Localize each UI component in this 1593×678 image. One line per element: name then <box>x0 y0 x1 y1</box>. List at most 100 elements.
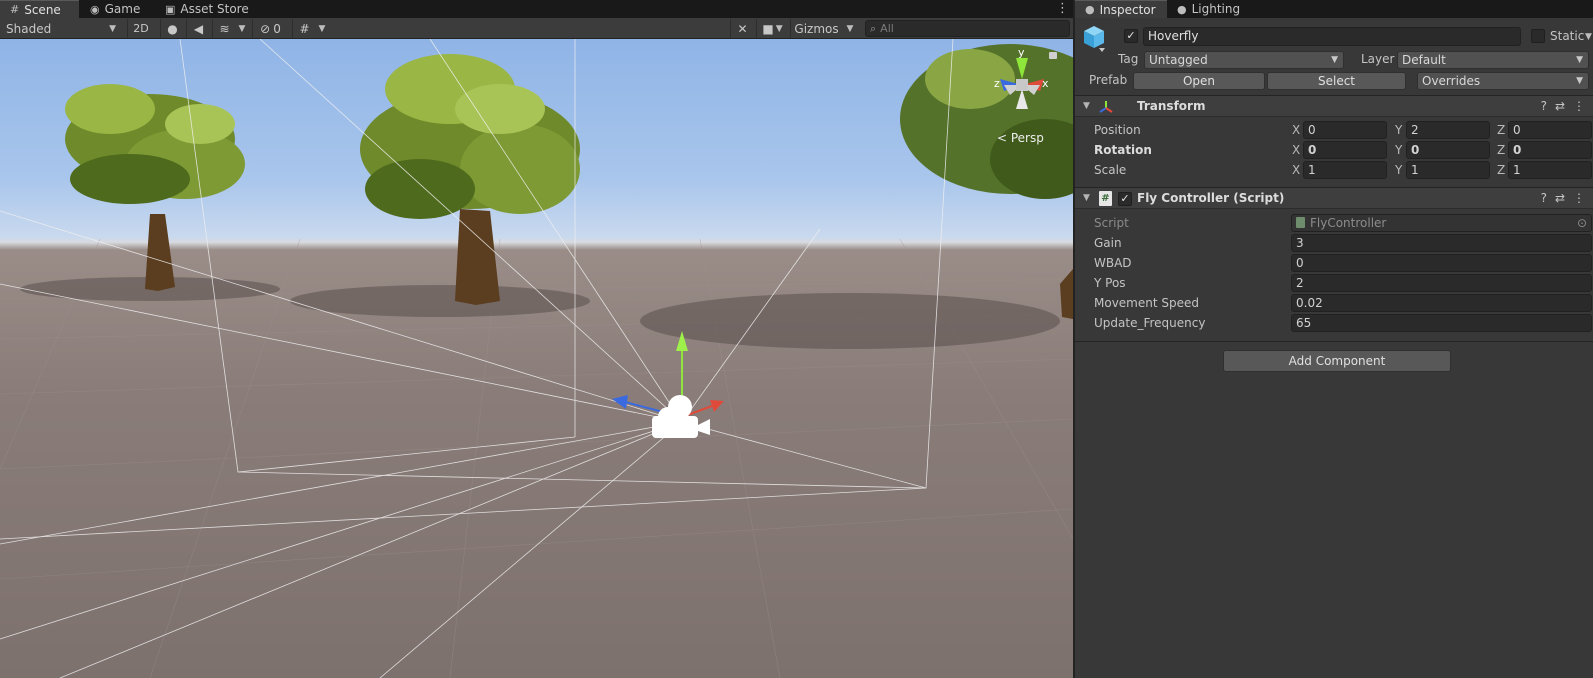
axis-label: Z <box>1497 163 1506 177</box>
preset-icon[interactable]: ⇄ <box>1555 191 1565 205</box>
help-icon[interactable]: ? <box>1541 191 1547 205</box>
tools-button[interactable]: ✕ <box>730 19 754 38</box>
scene-viewport[interactable]: y x z < Persp <box>0 39 1073 678</box>
object-name-input[interactable]: Hoverfly <box>1143 27 1521 46</box>
gizmos-button[interactable]: Gizmos <box>790 19 842 38</box>
tab-game[interactable]: ◉ Game <box>80 0 160 18</box>
scene-tabbar: # Scene ◉ Game ▣ Asset Store ⋮ <box>0 0 1073 18</box>
layer-dropdown[interactable]: Default ▼ <box>1397 51 1589 69</box>
axis-label: Y <box>1395 143 1403 157</box>
tab-scene[interactable]: # Scene <box>0 0 79 18</box>
chevron-down-icon: ▼ <box>775 23 783 34</box>
add-component-button[interactable]: Add Component <box>1223 350 1451 372</box>
shading-mode-dropdown[interactable]: Shaded ▼ <box>0 19 122 38</box>
update-frequency-field[interactable]: 65 <box>1291 314 1592 332</box>
scene-search-input[interactable]: ⌕ All <box>865 20 1070 37</box>
prefab-label: Prefab <box>1089 73 1128 87</box>
property-label: Gain <box>1094 236 1122 250</box>
component-enabled-checkbox[interactable]: ✓ <box>1118 192 1132 206</box>
overrides-label: Overrides <box>1422 74 1481 88</box>
object-picker-icon[interactable]: ⊙ <box>1577 215 1587 231</box>
foldout-arrow-icon[interactable]: ▼ <box>1083 193 1090 203</box>
rotation-z-field[interactable]: 0 <box>1508 141 1592 159</box>
toggle-2d-label: 2D <box>133 22 149 35</box>
chevron-down-icon: ▼ <box>109 23 116 34</box>
tree-left <box>65 84 245 291</box>
property-label: Scale <box>1094 163 1127 177</box>
property-label: Movement Speed <box>1094 296 1199 310</box>
script-file-icon: # <box>1099 191 1112 206</box>
tree-shadows <box>20 277 1060 349</box>
chevron-down-icon: ▼ <box>1576 55 1583 65</box>
lock-icon[interactable] <box>1049 52 1057 59</box>
gizmos-dropdown[interactable]: ▼ <box>842 19 858 38</box>
tab-label: Lighting <box>1191 2 1241 16</box>
active-checkbox[interactable]: ✓ <box>1124 29 1138 43</box>
grid-icon: # <box>10 3 20 16</box>
script-object-field[interactable]: FlyController ⊙ <box>1291 214 1592 232</box>
property-label: Script <box>1094 216 1129 230</box>
audio-toggle-button[interactable]: ◀ <box>186 19 210 38</box>
position-z-field[interactable]: 0 <box>1508 121 1592 139</box>
script-file-icon <box>1296 217 1305 228</box>
store-bag-icon: ▣ <box>165 2 176 16</box>
tab-inspector[interactable]: ● Inspector <box>1075 0 1167 18</box>
tag-dropdown[interactable]: Untagged ▼ <box>1144 51 1344 69</box>
axis-label: Z <box>1497 123 1506 137</box>
tree-middle <box>360 54 580 305</box>
camera-settings-button[interactable]: ■ ▼ <box>756 19 788 38</box>
more-options-icon[interactable]: ⋮ <box>1573 191 1585 205</box>
tools-icon: ✕ <box>737 21 748 36</box>
preset-icon[interactable]: ⇄ <box>1555 99 1565 113</box>
position-y-field[interactable]: 2 <box>1406 121 1490 139</box>
wbad-field[interactable]: 0 <box>1291 254 1592 272</box>
toggle-2d-button[interactable]: 2D <box>127 19 154 38</box>
transform-icon <box>1099 101 1113 113</box>
prefab-open-button[interactable]: Open <box>1133 72 1265 90</box>
foldout-arrow-icon[interactable]: ▼ <box>1083 101 1090 111</box>
effects-dropdown[interactable]: ▼ <box>236 19 248 38</box>
chevron-down-icon: ▼ <box>238 23 246 34</box>
camera-icon: ■ <box>762 21 774 36</box>
axis-y-label: y <box>1018 46 1025 59</box>
search-icon: ⌕ <box>870 21 877 35</box>
help-icon[interactable]: ? <box>1541 99 1547 113</box>
chevron-down-icon: ▼ <box>846 23 854 34</box>
more-options-icon[interactable]: ⋮ <box>1573 99 1585 113</box>
prefab-overrides-dropdown[interactable]: Overrides ▼ <box>1417 72 1589 90</box>
gain-field[interactable]: 3 <box>1291 234 1592 252</box>
grid-dropdown[interactable]: ▼ <box>316 19 328 38</box>
scale-y-field[interactable]: 1 <box>1406 161 1490 179</box>
property-label: WBAD <box>1094 256 1132 270</box>
scene-render: y x z <box>0 39 1073 678</box>
transform-header[interactable]: ▼ Transform ? ⇄ ⋮ <box>1075 95 1593 117</box>
tag-label: Tag <box>1118 52 1139 66</box>
tab-asset-store[interactable]: ▣ Asset Store <box>155 0 265 18</box>
movement-speed-field[interactable]: 0.02 <box>1291 294 1592 312</box>
static-checkbox[interactable] <box>1531 29 1545 43</box>
axis-label: X <box>1292 163 1301 177</box>
y-pos-field[interactable]: 2 <box>1291 274 1592 292</box>
projection-toggle[interactable]: < Persp <box>997 131 1044 145</box>
fly-controller-title: Fly Controller (Script) <box>1137 191 1285 205</box>
rotation-y-field[interactable]: 0 <box>1406 141 1490 159</box>
tab-lighting[interactable]: ● Lighting <box>1167 0 1259 18</box>
component-divider <box>1075 341 1593 342</box>
effects-toggle-button[interactable]: ≋ <box>212 19 236 38</box>
lighting-toggle-button[interactable]: ● <box>160 19 184 38</box>
grid-toggle-button[interactable]: # <box>292 19 316 38</box>
more-options-icon[interactable]: ⋮ <box>1056 1 1069 17</box>
position-x-field[interactable]: 0 <box>1303 121 1387 139</box>
chevron-down-icon[interactable]: ▼ <box>1585 32 1592 42</box>
property-label: Y Pos <box>1094 276 1126 290</box>
layer-label: Layer <box>1361 52 1395 66</box>
rotation-x-field[interactable]: 0 <box>1303 141 1387 159</box>
lightbulb-icon: ● <box>167 21 178 36</box>
hidden-objects-toggle[interactable]: ⊘ 0 <box>252 19 288 38</box>
scale-z-field[interactable]: 1 <box>1508 161 1592 179</box>
prefab-select-button[interactable]: Select <box>1267 72 1406 90</box>
fly-controller-header[interactable]: ▼ # ✓ Fly Controller (Script) ? ⇄ ⋮ <box>1075 187 1593 209</box>
gamepad-icon: ◉ <box>90 2 100 16</box>
scale-x-field[interactable]: 1 <box>1303 161 1387 179</box>
tab-label: Inspector <box>1099 2 1156 17</box>
